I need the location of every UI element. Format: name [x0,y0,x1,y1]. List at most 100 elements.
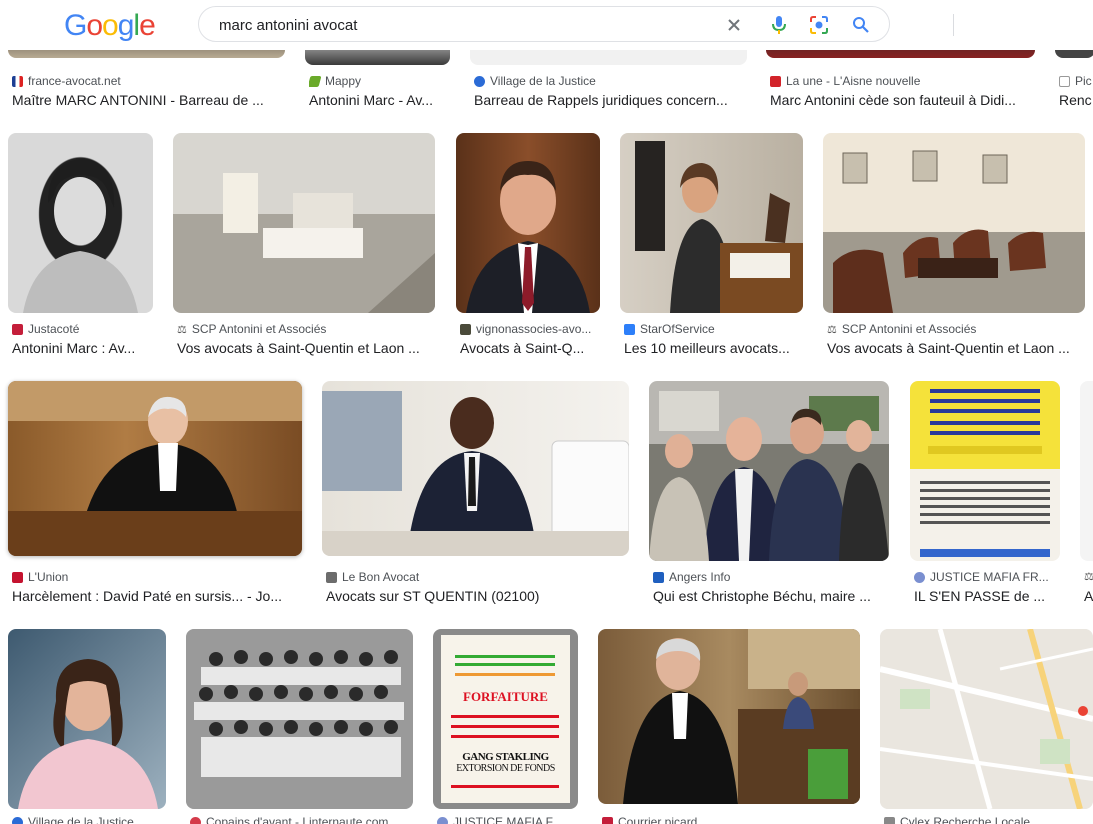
result-source[interactable]: ⚖ SCP Antonini et Associés [177,322,435,336]
source-label: SCP Antonini et Associés [841,322,977,336]
source-label: vignonassocies-avo... [476,322,592,336]
header: Google [0,0,1093,50]
result-title[interactable]: A [1084,588,1093,604]
poster-line: GANG STAKLING [462,751,549,763]
result-thumbnail[interactable] [186,629,413,809]
source-label: L'Union [28,570,69,584]
result-source[interactable]: Cylex Recherche Locale [884,815,1093,824]
favicon-icon [653,571,664,583]
source-label: Village de la Justice [490,74,596,88]
source-label: Mappy [325,74,362,88]
result-source[interactable]: Mappy [309,74,449,88]
result-thumbnail[interactable] [598,629,860,804]
favicon-icon [190,816,201,824]
result-title[interactable]: Barreau de Rappels juridiques concern... [474,92,744,108]
result-thumbnail[interactable] [823,133,1085,313]
result-title[interactable]: Marc Antonini cède son fauteuil à Didi..… [770,92,1035,108]
result-thumbnail[interactable] [322,381,629,556]
source-label: SCP Antonini et Associés [191,322,327,336]
source-label: Angers Info [669,570,731,584]
source-label: france-avocat.net [28,74,121,88]
favicon-icon [326,571,337,583]
result-title[interactable]: IL S'EN PASSE de ... [914,588,1060,604]
search-input[interactable] [219,15,699,35]
result-source[interactable]: Village de la Justice [12,815,167,824]
result-title[interactable]: Vos avocats à Saint-Quentin et Laon ... [177,340,435,356]
source-label: Courrier picard [618,815,698,824]
result-thumbnail[interactable] [8,133,153,313]
scales-icon: ⚖ [1084,571,1093,583]
close-icon[interactable] [723,14,745,36]
result-source[interactable]: StarOfService [624,322,804,336]
favicon-icon [437,816,448,824]
result-thumbnail[interactable] [620,133,803,313]
source-label: Copains d'avant - Linternaute.com [206,815,389,824]
result-title[interactable]: Avocats sur ST QUENTIN (02100) [326,588,629,604]
scales-icon: ⚖ [827,323,837,336]
result-title[interactable]: Antonini Marc - Av... [309,92,449,108]
divider [953,14,954,36]
result-title[interactable]: Avocats à Saint-Q... [460,340,600,356]
result-source[interactable]: ⚖ [1084,570,1093,583]
result-source[interactable]: france-avocat.net [12,74,282,88]
favicon-icon [12,816,23,824]
lens-icon[interactable] [808,14,830,36]
result-thumbnail[interactable]: FORFAITURE GANG STAKLING EXTORSION DE FO… [433,629,578,809]
search-icon[interactable] [850,14,872,36]
source-label: La une - L'Aisne nouvelle [786,74,921,88]
result-title[interactable]: Renc [1059,92,1093,108]
result-source[interactable]: Courrier picard [602,815,860,824]
result-source[interactable]: Le Bon Avocat [326,570,629,584]
result-source[interactable]: JUSTICE MAFIA FR... [914,570,1060,584]
favicon-icon [770,75,781,87]
source-label: Le Bon Avocat [342,570,420,584]
microphone-icon[interactable] [768,14,790,36]
favicon-icon [602,816,613,824]
favicon-icon [1059,75,1070,87]
result-source[interactable]: vignonassocies-avo... [460,322,600,336]
favicon-icon [474,75,485,87]
mappy-icon [309,75,322,87]
result-thumbnail[interactable] [910,381,1060,561]
source-label: StarOfService [640,322,715,336]
result-title[interactable]: Maître MARC ANTONINI - Barreau de ... [12,92,287,108]
result-thumbnail[interactable] [880,629,1093,809]
result-title[interactable]: Harcèlement : David Paté en sursis... - … [12,588,302,604]
source-label: Pic [1075,74,1092,88]
result-source[interactable]: La une - L'Aisne nouvelle [770,74,1035,88]
result-source[interactable]: Copains d'avant - Linternaute.com [190,815,413,824]
result-thumbnail[interactable] [649,381,889,561]
result-source[interactable]: Justacoté [12,322,152,336]
result-thumbnail[interactable] [456,133,600,313]
poster-title: FORFAITURE [463,689,548,704]
result-source[interactable]: Village de la Justice [474,74,744,88]
favicon-icon [884,816,895,824]
favicon-icon [914,571,925,583]
result-source[interactable]: L'Union [12,570,302,584]
result-title[interactable]: Antonini Marc : Av... [12,340,152,356]
result-title[interactable]: Qui est Christophe Béchu, maire ... [653,588,889,604]
result-source[interactable]: Pic [1059,74,1093,88]
google-logo[interactable]: Google [64,9,156,43]
source-label: JUSTICE MAFIA F... [453,815,562,824]
result-thumbnail[interactable] [1080,381,1093,561]
result-title[interactable]: Les 10 meilleurs avocats... [624,340,804,356]
result-source[interactable]: ⚖ SCP Antonini et Associés [827,322,1085,336]
result-thumbnail[interactable] [8,381,302,556]
search-box [198,6,954,42]
source-label: Justacoté [28,322,80,336]
result-title[interactable]: Vos avocats à Saint-Quentin et Laon ... [827,340,1085,356]
result-thumbnail[interactable] [8,629,166,809]
result-thumbnail[interactable] [173,133,435,313]
source-label: Village de la Justice [28,815,134,824]
favicon-icon [624,323,635,335]
favicon-icon [12,75,23,87]
poster-line: EXTORSION DE FONDS [456,763,555,774]
favicon-icon [12,571,23,583]
result-source[interactable]: JUSTICE MAFIA F... [437,815,578,824]
result-source[interactable]: Angers Info [653,570,889,584]
source-label: JUSTICE MAFIA FR... [930,570,1049,584]
favicon-icon [460,323,471,335]
favicon-icon [12,323,23,335]
source-label: Cylex Recherche Locale [900,815,1031,824]
